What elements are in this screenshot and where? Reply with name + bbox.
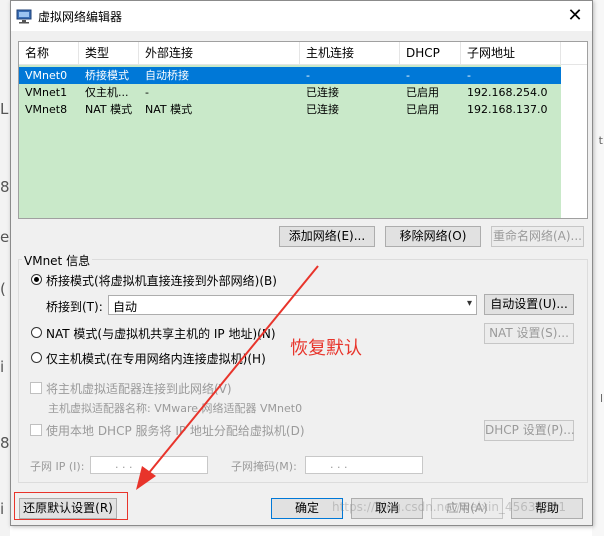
annotation-highlight-box (14, 492, 128, 520)
annotation-arrow (136, 265, 319, 490)
watermark-text: https://blog.csdn.net/weixin_45634891 (332, 500, 567, 514)
annotation-label: 恢复默认 (290, 338, 362, 359)
